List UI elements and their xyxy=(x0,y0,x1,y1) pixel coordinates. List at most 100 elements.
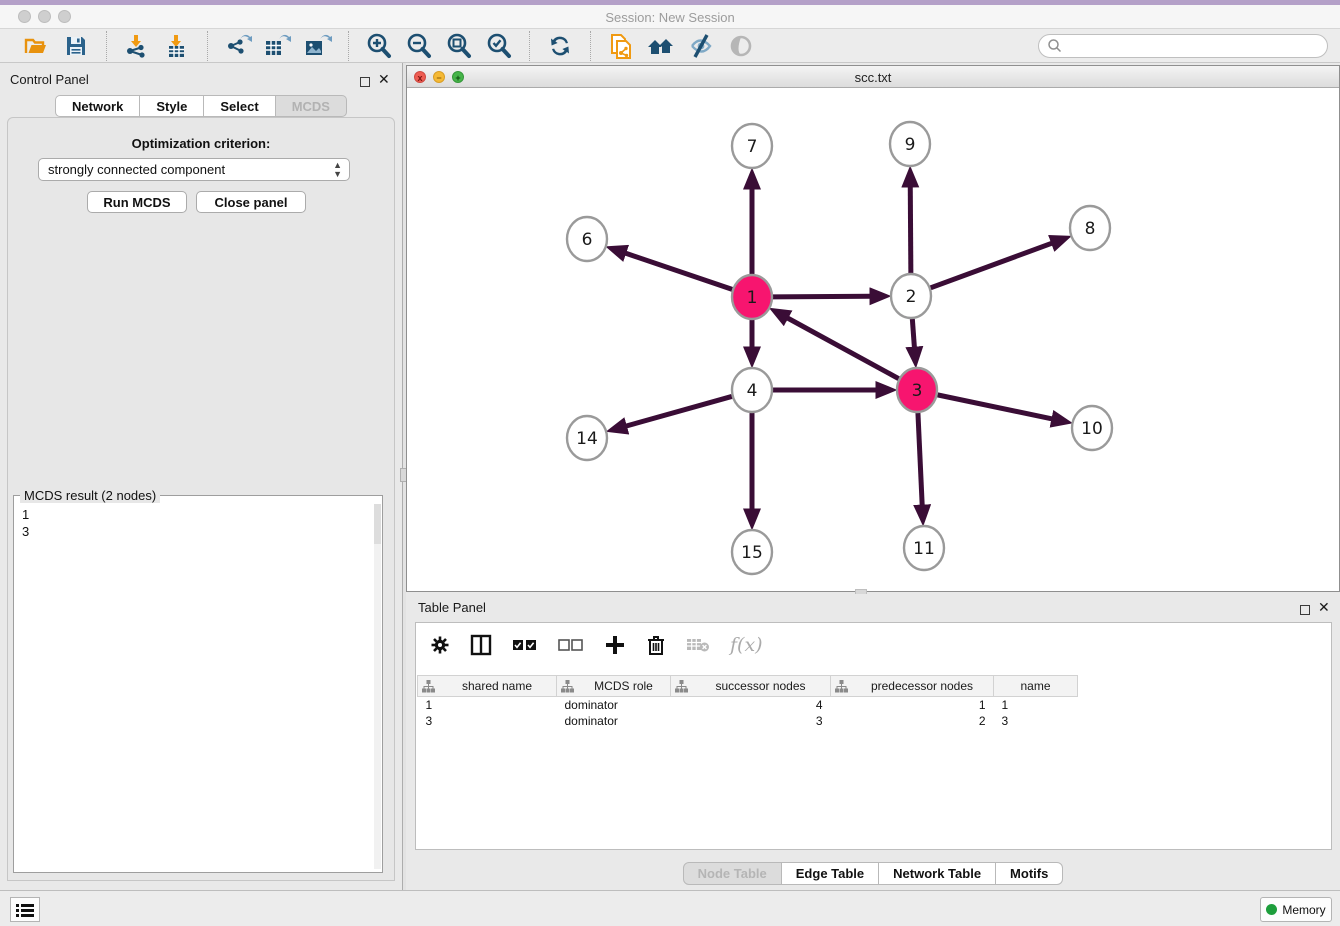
tab-edge-table[interactable]: Edge Table xyxy=(782,862,879,885)
hide-details-icon[interactable] xyxy=(721,31,761,61)
edge-1-6[interactable] xyxy=(625,253,732,289)
show-graphics-details-icon[interactable] xyxy=(681,31,721,61)
clone-network-icon[interactable] xyxy=(601,31,641,61)
export-image-icon[interactable] xyxy=(298,31,338,61)
function-builder-icon[interactable]: f(x) xyxy=(730,634,763,656)
deselect-all-icon[interactable] xyxy=(558,638,584,652)
list-icon xyxy=(16,903,34,917)
edge-2-9[interactable] xyxy=(910,186,911,273)
window-titlebar: Session: New Session xyxy=(0,5,1340,29)
select-all-icon[interactable] xyxy=(512,638,538,652)
gear-icon[interactable] xyxy=(430,635,450,655)
delete-table-icon[interactable] xyxy=(686,637,710,653)
network-window-title: scc.txt xyxy=(407,70,1339,85)
export-table-icon[interactable] xyxy=(258,31,298,61)
export-network-icon[interactable] xyxy=(218,31,258,61)
control-panel-header: Control Panel ✕ xyxy=(0,68,402,92)
criterion-dropdown[interactable]: strongly connected component ▲▼ xyxy=(38,158,350,181)
control-panel: Control Panel ✕ NetworkStyleSelectMCDS O… xyxy=(0,63,402,890)
node-4[interactable]: 4 xyxy=(732,368,772,412)
result-scrollbar[interactable] xyxy=(374,504,381,869)
tab-select[interactable]: Select xyxy=(204,95,275,117)
tab-network[interactable]: Network xyxy=(55,95,140,117)
node-3[interactable]: 3 xyxy=(897,368,937,412)
import-network-icon[interactable] xyxy=(117,31,157,61)
tab-mcds[interactable]: MCDS xyxy=(276,95,347,117)
search-input[interactable] xyxy=(1063,36,1327,56)
first-neighbors-icon[interactable] xyxy=(641,31,681,61)
node-1[interactable]: 1 xyxy=(732,275,772,319)
memory-button[interactable]: Memory xyxy=(1260,897,1332,922)
node-10[interactable]: 10 xyxy=(1072,406,1112,450)
table-panel-tabs: Node TableEdge TableNetwork TableMotifs xyxy=(406,862,1340,885)
edge-1-2[interactable] xyxy=(773,296,871,297)
svg-text:4: 4 xyxy=(747,381,758,401)
svg-text:15: 15 xyxy=(741,543,763,563)
svg-text:14: 14 xyxy=(576,429,598,449)
add-column-icon[interactable] xyxy=(604,634,626,656)
open-folder-icon[interactable] xyxy=(16,31,56,61)
mcds-result-text[interactable]: 1 3 xyxy=(22,506,29,540)
table-panel-title: Table Panel xyxy=(418,600,486,615)
close-panel-button[interactable]: Close panel xyxy=(196,191,306,213)
node-7[interactable]: 7 xyxy=(732,124,772,168)
close-table-panel-icon[interactable]: ✕ xyxy=(1318,602,1330,612)
node-14[interactable]: 14 xyxy=(567,416,607,460)
column-header-successor-nodes[interactable]: successor nodes xyxy=(671,676,831,697)
svg-text:9: 9 xyxy=(905,135,916,155)
close-panel-icon[interactable]: ✕ xyxy=(378,74,390,84)
zoom-selected-icon[interactable] xyxy=(479,31,519,61)
task-history-button[interactable] xyxy=(10,897,40,922)
column-header-name[interactable]: name xyxy=(994,676,1078,697)
edge-2-8[interactable] xyxy=(931,243,1053,288)
save-icon[interactable] xyxy=(56,31,96,61)
svg-text:8: 8 xyxy=(1085,219,1096,239)
column-header-predecessor-nodes[interactable]: predecessor nodes xyxy=(831,676,994,697)
tab-motifs[interactable]: Motifs xyxy=(996,862,1063,885)
node-6[interactable]: 6 xyxy=(567,217,607,261)
control-panel-tabs: NetworkStyleSelectMCDS xyxy=(0,95,402,117)
edge-4-14[interactable] xyxy=(625,396,731,426)
node-8[interactable]: 8 xyxy=(1070,206,1110,250)
edge-3-11[interactable] xyxy=(918,413,922,506)
mcds-result-title: MCDS result (2 nodes) xyxy=(20,488,160,503)
network-view-window: x − + scc.txt 1 2 3 4 6 7 8 9 10 11 14 15 xyxy=(406,65,1340,592)
column-header-MCDS-role[interactable]: MCDS role xyxy=(557,676,671,697)
mcds-result-group: MCDS result (2 nodes) 1 3 xyxy=(13,495,383,873)
criterion-value: strongly connected component xyxy=(48,162,225,177)
tab-network-table[interactable]: Network Table xyxy=(879,862,996,885)
delete-column-icon[interactable] xyxy=(646,634,666,656)
table-row[interactable]: 1dominator411 xyxy=(418,697,1078,713)
table-row[interactable]: 3dominator323 xyxy=(418,713,1078,729)
tab-style[interactable]: Style xyxy=(140,95,204,117)
node-15[interactable]: 15 xyxy=(732,530,772,574)
dropdown-stepper-icon: ▲▼ xyxy=(333,161,342,179)
node-table-header[interactable]: shared nameMCDS rolesuccessor nodesprede… xyxy=(418,676,1078,697)
split-columns-icon[interactable] xyxy=(470,634,492,656)
edge-2-3[interactable] xyxy=(912,319,914,348)
svg-text:11: 11 xyxy=(913,539,935,559)
zoom-out-icon[interactable] xyxy=(399,31,439,61)
network-canvas[interactable]: 1 2 3 4 6 7 8 9 10 11 14 15 xyxy=(407,88,1339,591)
node-table-body: 1dominator4113dominator323 xyxy=(418,697,1078,729)
svg-text:7: 7 xyxy=(747,137,758,157)
apply-layout-icon[interactable] xyxy=(540,31,580,61)
node-11[interactable]: 11 xyxy=(904,526,944,570)
import-table-icon[interactable] xyxy=(157,31,197,61)
zoom-in-icon[interactable] xyxy=(359,31,399,61)
node-9[interactable]: 9 xyxy=(890,122,930,166)
run-mcds-button[interactable]: Run MCDS xyxy=(87,191,187,213)
edge-3-10[interactable] xyxy=(938,395,1053,419)
float-table-panel-icon[interactable] xyxy=(1300,602,1310,620)
optimization-criterion-label: Optimization criterion: xyxy=(0,136,402,151)
edge-3-1[interactable] xyxy=(787,318,899,379)
node-table: shared nameMCDS rolesuccessor nodesprede… xyxy=(417,675,1078,729)
status-bar: Memory xyxy=(0,890,1340,926)
tab-node-table[interactable]: Node Table xyxy=(683,862,782,885)
node-2[interactable]: 2 xyxy=(891,274,931,318)
zoom-fit-icon[interactable] xyxy=(439,31,479,61)
network-window-titlebar[interactable]: x − + scc.txt xyxy=(407,66,1339,88)
column-header-shared-name[interactable]: shared name xyxy=(418,676,557,697)
control-panel-title: Control Panel xyxy=(10,72,89,87)
float-panel-icon[interactable] xyxy=(360,74,370,92)
